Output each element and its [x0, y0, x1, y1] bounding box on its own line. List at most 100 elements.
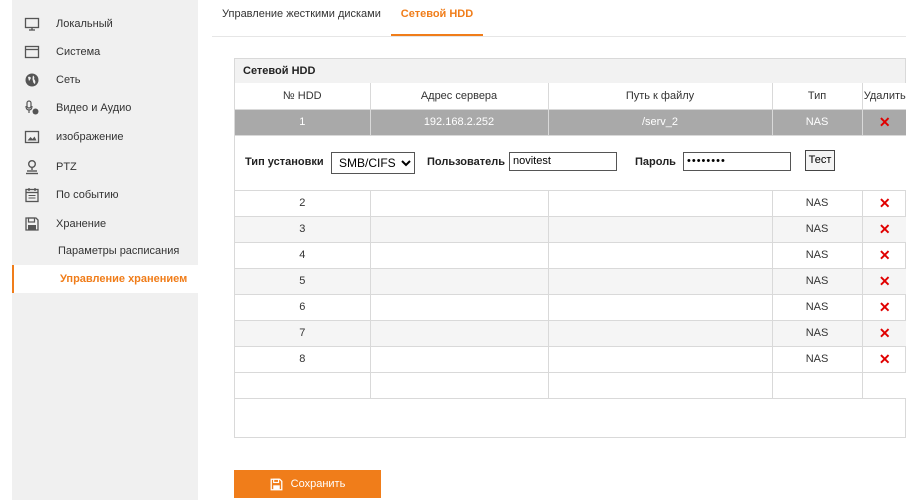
- floppy-icon: [270, 478, 283, 491]
- save-button-label: Сохранить: [290, 478, 346, 490]
- cell-server-address: [370, 320, 549, 347]
- sidebar-item-label: Система: [56, 46, 101, 58]
- tab-divider: [212, 36, 906, 37]
- password-field[interactable]: [683, 151, 791, 171]
- sidebar-item-local[interactable]: Локальный: [12, 10, 198, 38]
- table-row[interactable]: 7 NAS ✕: [235, 320, 906, 347]
- cell-file-path: [548, 268, 773, 295]
- cell-server-address: [370, 346, 549, 373]
- cell-type: NAS: [772, 190, 863, 217]
- column-header-delete: Удалить: [862, 83, 906, 110]
- globe-icon: [24, 72, 40, 88]
- delete-icon[interactable]: ✕: [879, 351, 891, 367]
- table-row[interactable]: 8 NAS ✕: [235, 346, 906, 373]
- cell-hdd-no: 2: [235, 190, 371, 217]
- mount-type-select[interactable]: SMB/CIFS: [331, 151, 415, 174]
- sidebar-item-event[interactable]: По событию: [12, 181, 198, 209]
- sidebar-item-network[interactable]: Сеть: [12, 66, 198, 94]
- panel-title: Сетевой HDD: [235, 59, 905, 83]
- cell-delete: ✕: [862, 268, 906, 295]
- empty-cell: [862, 372, 906, 399]
- table-row-selected[interactable]: 1 192.168.2.252 /serv_2 NAS ✕: [235, 109, 906, 136]
- cell-file-path: [548, 190, 773, 217]
- empty-cell: [548, 372, 773, 399]
- sidebar-item-schedule-settings[interactable]: Параметры расписания: [12, 237, 198, 265]
- table-row[interactable]: 5 NAS ✕: [235, 268, 906, 295]
- sidebar-item-label: изображение: [56, 131, 124, 143]
- sidebar-item-video-audio[interactable]: Видео и Аудио: [12, 94, 198, 122]
- tab-label: Сетевой HDD: [400, 8, 474, 20]
- sidebar-item-label: По событию: [56, 189, 119, 201]
- sidebar-item-image[interactable]: изображение: [12, 123, 198, 151]
- sidebar-item-label: Управление хранением: [60, 273, 188, 285]
- cell-hdd-no: 3: [235, 216, 371, 243]
- image-icon: [24, 129, 40, 145]
- column-header-server-address: Адрес сервера: [370, 83, 549, 110]
- cell-file-path: [548, 242, 773, 269]
- monitor-icon: [24, 16, 40, 32]
- cell-file-path: [548, 346, 773, 373]
- table-header-row: № HDD Адрес сервера Путь к файлу Тип Уда…: [235, 83, 906, 110]
- cell-delete: ✕: [862, 190, 906, 217]
- sidebar-item-ptz[interactable]: PTZ: [12, 153, 198, 181]
- delete-icon[interactable]: ✕: [879, 221, 891, 237]
- cell-server-address: [370, 242, 549, 269]
- column-header-hdd-no: № HDD: [235, 83, 371, 110]
- cell-delete: ✕: [862, 320, 906, 347]
- user-label: Пользователь: [427, 155, 506, 168]
- sidebar-item-storage[interactable]: Хранение: [12, 210, 198, 238]
- hdd-detail-row: Тип установки SMB/CIFS Пользователь Паро…: [235, 135, 906, 191]
- ptz-icon: [24, 159, 40, 175]
- floppy-icon: [24, 216, 40, 232]
- table-row[interactable]: 3 NAS ✕: [235, 216, 906, 243]
- cell-hdd-no: 8: [235, 346, 371, 373]
- window-icon: [24, 44, 40, 60]
- tab-hdd-management[interactable]: Управление жесткими дисками: [222, 8, 381, 36]
- cell-hdd-no: 6: [235, 294, 371, 321]
- column-header-type: Тип: [772, 83, 863, 110]
- cell-hdd-no: 4: [235, 242, 371, 269]
- table-row[interactable]: 4 NAS ✕: [235, 242, 906, 269]
- delete-icon[interactable]: ✕: [879, 247, 891, 263]
- cell-server-address: [370, 268, 549, 295]
- table-row[interactable]: 2 NAS ✕: [235, 190, 906, 217]
- cell-file-path: [548, 320, 773, 347]
- cell-hdd-no: 5: [235, 268, 371, 295]
- delete-icon[interactable]: ✕: [879, 273, 891, 289]
- cell-delete: ✕: [862, 109, 906, 136]
- save-button[interactable]: Сохранить: [234, 470, 381, 498]
- cell-delete: ✕: [862, 294, 906, 321]
- delete-icon[interactable]: ✕: [879, 195, 891, 211]
- tab-network-hdd[interactable]: Сетевой HDD: [391, 8, 483, 36]
- empty-cell: [235, 372, 371, 399]
- column-header-file-path: Путь к файлу: [548, 83, 773, 110]
- sidebar-item-storage-management[interactable]: Управление хранением: [12, 265, 198, 293]
- network-hdd-table: № HDD Адрес сервера Путь к файлу Тип Уда…: [235, 83, 906, 399]
- delete-icon[interactable]: ✕: [879, 114, 891, 130]
- delete-icon[interactable]: ✕: [879, 325, 891, 341]
- empty-cell: [772, 372, 863, 399]
- empty-cell: [370, 372, 549, 399]
- cell-delete: ✕: [862, 216, 906, 243]
- delete-icon[interactable]: ✕: [879, 299, 891, 315]
- detail-form: Тип установки SMB/CIFS Пользователь Паро…: [235, 136, 906, 190]
- cell-server-address: [370, 190, 549, 217]
- password-label: Пароль: [635, 155, 676, 168]
- mount-type-label: Тип установки: [245, 155, 324, 168]
- cell-delete: ✕: [862, 346, 906, 373]
- sidebar-item-system[interactable]: Система: [12, 38, 198, 66]
- user-field[interactable]: [509, 151, 617, 171]
- cell-delete: ✕: [862, 242, 906, 269]
- cell-server-address: [370, 216, 549, 243]
- calendar-icon: [24, 187, 40, 203]
- cell-type: NAS: [772, 320, 863, 347]
- cell-type: NAS: [772, 346, 863, 373]
- sidebar-item-label: Локальный: [56, 18, 113, 30]
- cell-hdd-no: 1: [235, 109, 371, 136]
- audio-video-icon: [24, 100, 40, 116]
- cell-file-path: [548, 294, 773, 321]
- network-hdd-panel: Сетевой HDD № HDD Адрес сервера Путь к ф…: [234, 58, 906, 438]
- table-row[interactable]: 6 NAS ✕: [235, 294, 906, 321]
- test-button[interactable]: Тест: [805, 149, 835, 171]
- cell-type: NAS: [772, 216, 863, 243]
